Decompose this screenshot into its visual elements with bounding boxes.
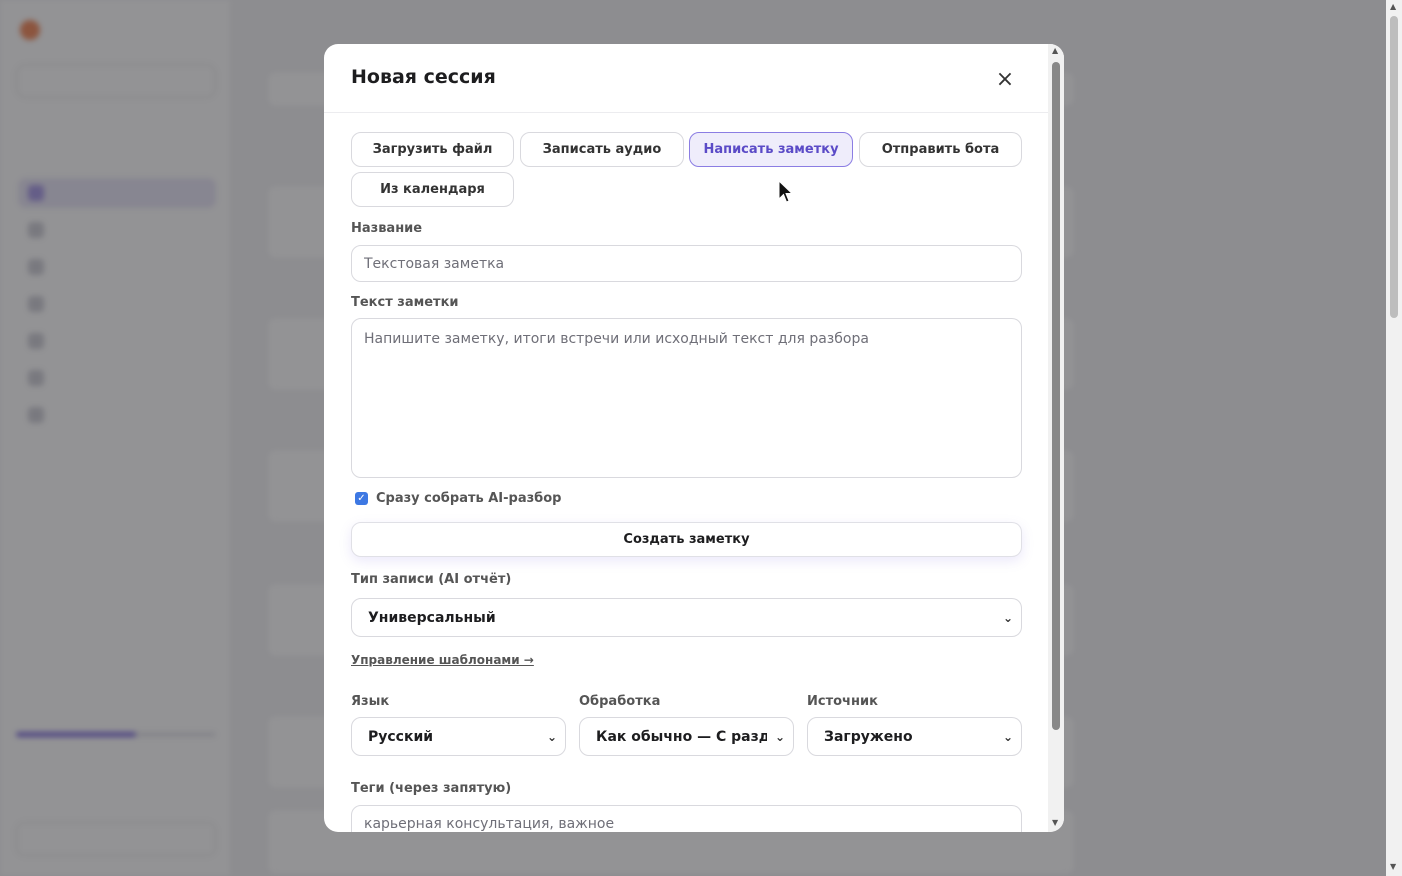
tab-upload-file[interactable]: Загрузить файл xyxy=(351,132,514,167)
modal-title: Новая сессия xyxy=(351,66,496,88)
record-type-select[interactable]: Универсальный ⌄ xyxy=(351,598,1022,637)
window-scrollbar-thumb[interactable] xyxy=(1390,16,1398,318)
tags-label: Теги (через запятую) xyxy=(351,781,512,796)
language-value: Русский xyxy=(368,728,434,745)
scroll-down-arrow-icon[interactable]: ▼ xyxy=(1052,818,1058,827)
modal-scrollbar[interactable]: ▲ ▼ xyxy=(1048,44,1064,832)
tab-record-audio[interactable]: Записать аудио xyxy=(520,132,684,167)
ai-analysis-checkbox-label[interactable]: Сразу собрать AI-разбор xyxy=(376,491,562,506)
record-type-label: Тип записи (AI отчёт) xyxy=(351,572,512,587)
tab-from-calendar[interactable]: Из календаря xyxy=(351,172,514,207)
ai-analysis-checkbox[interactable]: ✓ xyxy=(355,492,368,505)
note-textarea[interactable] xyxy=(351,318,1022,478)
source-select[interactable]: Загружено ⌄ xyxy=(807,717,1022,756)
name-label: Название xyxy=(351,221,423,236)
language-select[interactable]: Русский ⌄ xyxy=(351,717,566,756)
processing-value: Как обычно — С разделением xyxy=(596,728,767,745)
check-icon: ✓ xyxy=(357,492,366,504)
ai-analysis-checkbox-row[interactable]: ✓ Сразу собрать AI-разбор xyxy=(355,491,562,506)
tags-input[interactable] xyxy=(351,805,1022,832)
chevron-down-icon: ⌄ xyxy=(1000,730,1013,744)
record-type-value: Универсальный xyxy=(368,609,496,626)
source-value: Загружено xyxy=(824,728,913,745)
modal-header: Новая сессия × xyxy=(324,44,1048,113)
chevron-down-icon: ⌄ xyxy=(544,730,557,744)
modal-scrollbar-thumb[interactable] xyxy=(1052,62,1060,730)
processing-label: Обработка xyxy=(579,694,661,709)
tab-write-note[interactable]: Написать заметку xyxy=(689,132,853,167)
create-note-button[interactable]: Создать заметку xyxy=(351,522,1022,557)
window-scrollbar[interactable]: ▲ ▼ xyxy=(1386,0,1402,876)
note-text-label: Текст заметки xyxy=(351,295,459,310)
new-session-modal: Новая сессия × Загрузить файл Записать а… xyxy=(324,44,1064,832)
chevron-down-icon: ⌄ xyxy=(772,730,785,744)
mouse-cursor-icon xyxy=(778,180,794,203)
chevron-down-icon: ⌄ xyxy=(1000,611,1013,625)
processing-select[interactable]: Как обычно — С разделением ⌄ xyxy=(579,717,794,756)
scroll-up-arrow-icon[interactable]: ▲ xyxy=(1052,46,1058,55)
scroll-down-arrow-icon[interactable]: ▼ xyxy=(1390,862,1396,871)
manage-templates-link[interactable]: Управление шаблонами → xyxy=(351,653,534,667)
scroll-up-arrow-icon[interactable]: ▲ xyxy=(1390,2,1396,11)
language-label: Язык xyxy=(351,694,390,709)
name-input[interactable] xyxy=(351,245,1022,282)
source-label: Источник xyxy=(807,694,878,709)
tab-send-bot[interactable]: Отправить бота xyxy=(859,132,1022,167)
close-icon[interactable]: × xyxy=(990,64,1020,94)
